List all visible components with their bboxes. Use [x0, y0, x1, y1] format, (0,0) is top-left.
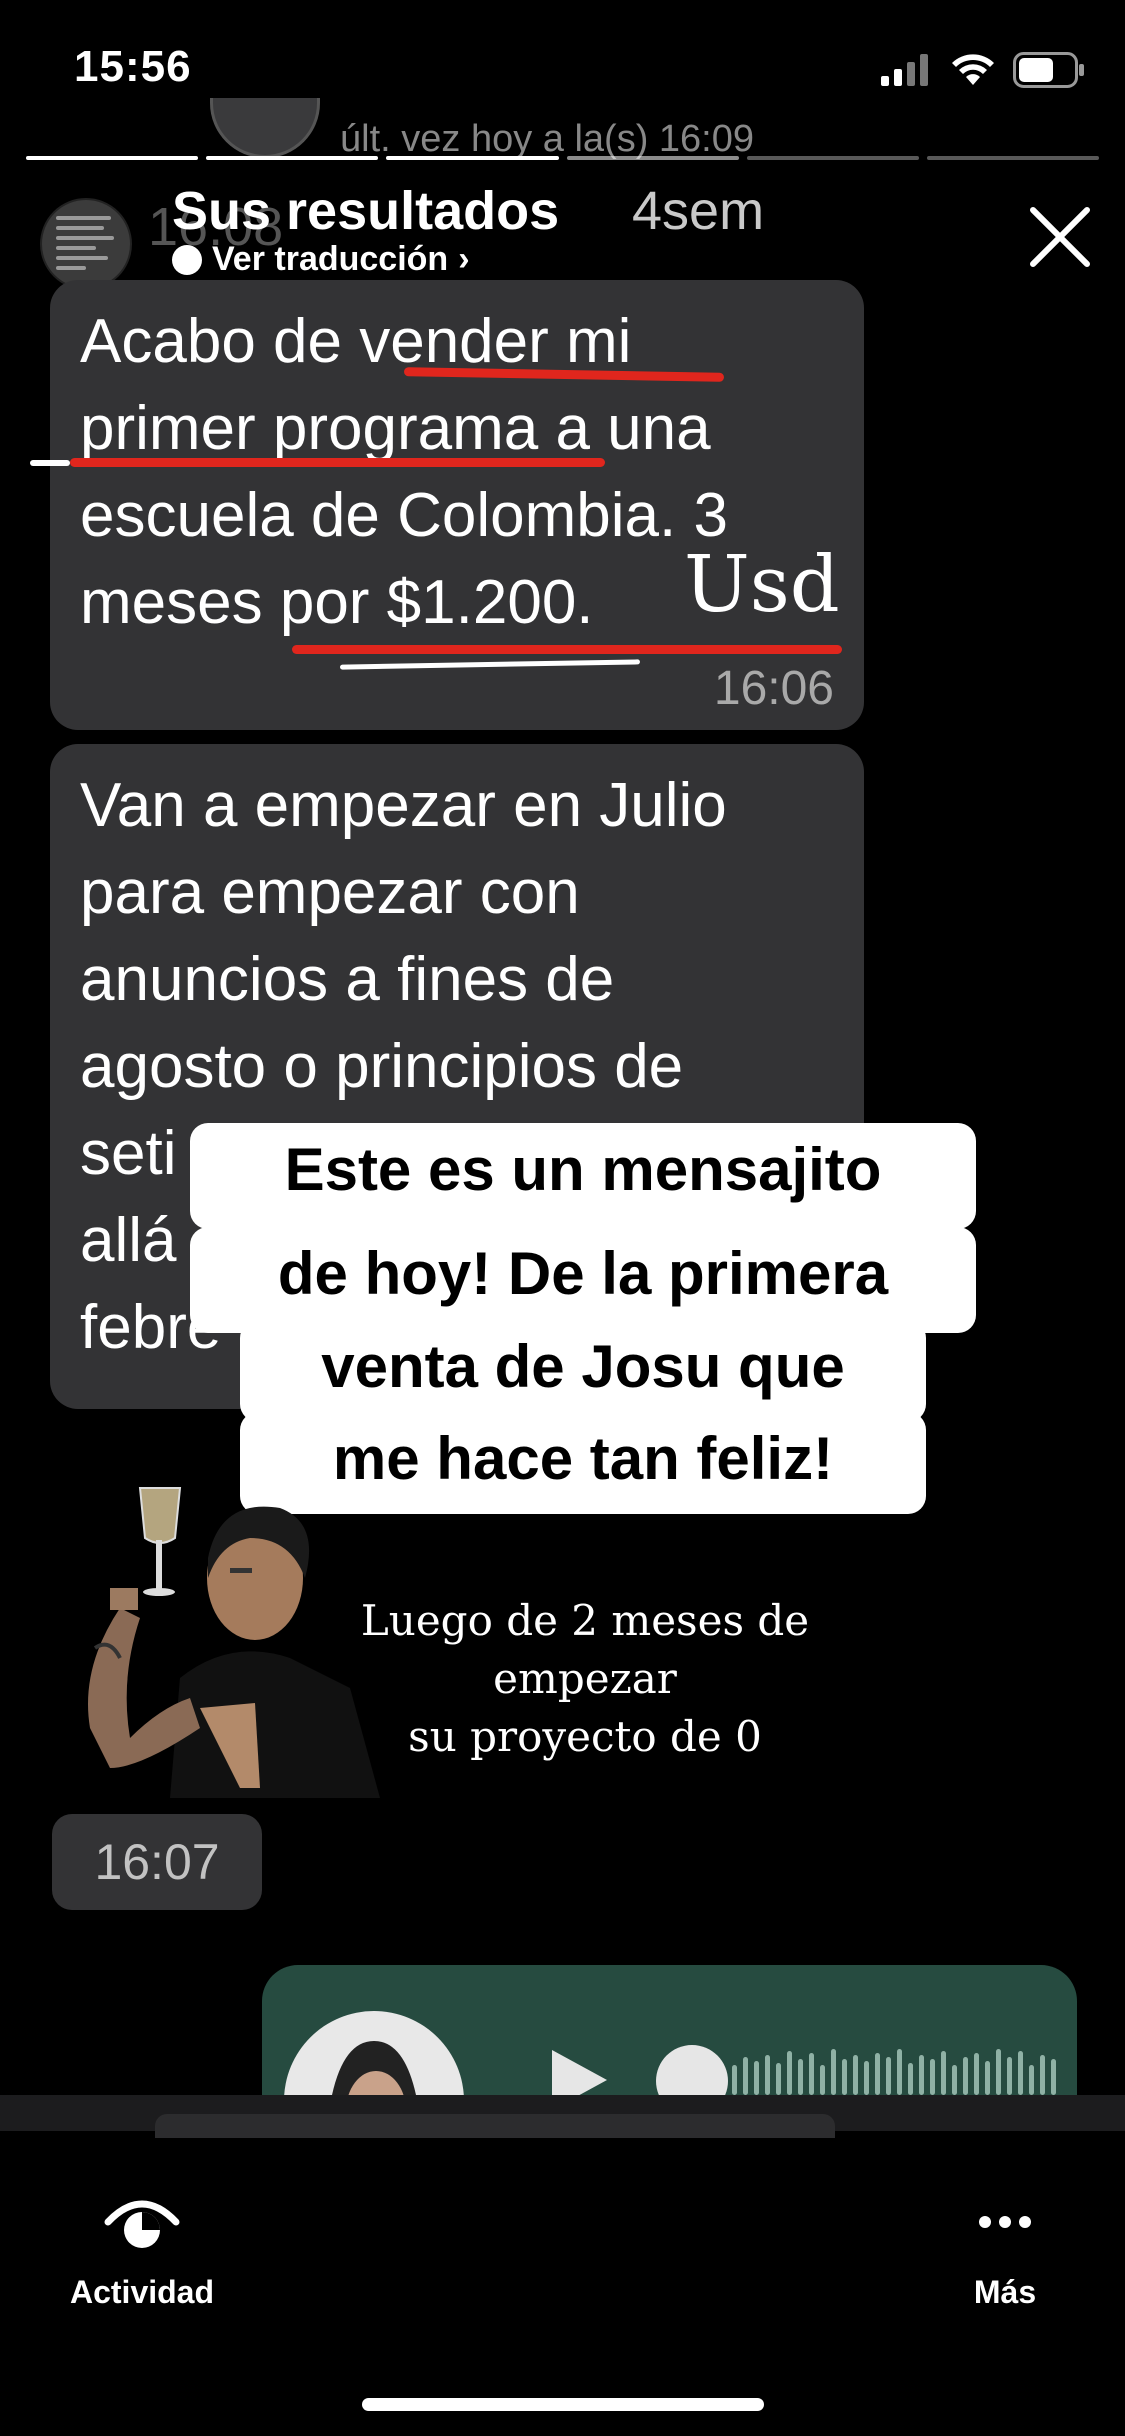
chat-input-edge [155, 2114, 835, 2138]
status-icons [881, 52, 1085, 88]
story-age: 4sem [632, 181, 765, 241]
message-line: escuela de Colombia. 3 [80, 481, 728, 550]
signal-icon [881, 54, 928, 86]
activity-label: Actividad [69, 2274, 215, 2310]
sticker-text-line: de hoy! De la primera [190, 1227, 976, 1333]
close-icon[interactable] [1023, 200, 1097, 274]
activity-eye-icon [104, 2200, 180, 2248]
message-time: 16:06 [713, 662, 834, 715]
translation-label: Ver traducción [212, 240, 449, 278]
progress-segment [26, 156, 199, 160]
progress-segment [386, 156, 559, 160]
progress-segment [746, 156, 919, 160]
message-line: anuncios a fines de [80, 945, 615, 1014]
caption-line: su proyecto de 0 [408, 1712, 762, 1761]
message-line: Van a empezar en Julio [80, 771, 727, 840]
chat-avatar-background [210, 98, 320, 158]
white-scribble [30, 460, 70, 466]
message-line: agosto o principios de [80, 1032, 684, 1101]
progress-segment [566, 156, 739, 160]
chevron-right-icon: › [458, 240, 470, 278]
red-underline [70, 458, 605, 467]
story-progress [26, 156, 1100, 160]
sticker-text-line: Este es un mensajito [190, 1123, 976, 1229]
home-indicator[interactable] [362, 2398, 764, 2411]
story-avatar[interactable] [40, 198, 132, 290]
globe-icon [172, 244, 202, 275]
sticker-text-line: venta de Josu que [240, 1320, 926, 1422]
story-username[interactable]: Sus resultados [172, 180, 559, 242]
wifi-icon [952, 54, 994, 85]
see-translation-link[interactable]: Ver traducción › [172, 240, 470, 279]
play-icon[interactable] [542, 2045, 612, 2095]
progress-segment [926, 156, 1100, 160]
voice-message[interactable] [262, 1965, 1077, 2095]
battery-icon [1013, 52, 1084, 88]
message-line: meses por $1.200. [80, 568, 594, 637]
caption-line: Luego de 2 meses de empezar [360, 1596, 810, 1703]
status-time: 15:56 [74, 42, 192, 91]
audio-waveform[interactable] [732, 2045, 1056, 2095]
audio-avatar [284, 2011, 464, 2095]
activity-button[interactable]: Actividad [62, 2192, 222, 2311]
message-line: para empezar con [80, 858, 580, 927]
story-caption: Luego de 2 meses de empezar su proyecto … [270, 1592, 900, 1766]
handwritten-usd: Usd [684, 540, 840, 630]
chat-header-background: últ. vez hoy a la(s) 16:09 [340, 118, 754, 160]
red-underline [292, 645, 842, 654]
more-button[interactable]: Más [950, 2192, 1060, 2311]
more-label: Más [973, 2274, 1037, 2310]
more-dots-icon [979, 2216, 1031, 2228]
progress-segment [206, 156, 379, 160]
time-chip: 16:07 [52, 1814, 262, 1910]
audio-scrubber-knob[interactable] [656, 2045, 728, 2095]
